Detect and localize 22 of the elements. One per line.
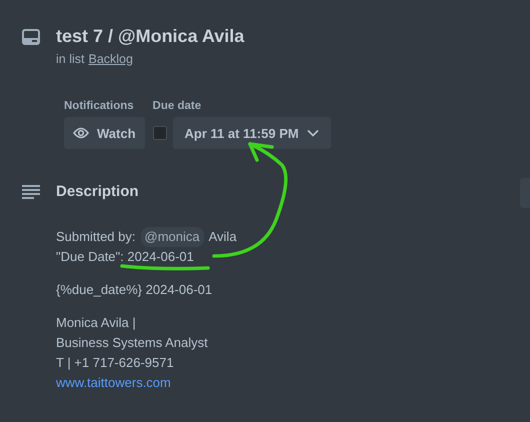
list-prefix: in list: [56, 52, 84, 66]
card-icon: [22, 29, 40, 45]
description-text: Avila: [208, 228, 237, 246]
description-heading: Description: [56, 183, 139, 200]
website-link[interactable]: www.taittowers.com: [56, 373, 171, 393]
description-text: "Due Date": 2024-06-01: [56, 248, 194, 266]
due-date-label: Due date: [152, 100, 202, 112]
description-text: Monica Avila |: [56, 314, 136, 332]
list-link[interactable]: Backlog: [88, 52, 133, 66]
description-text: T | +1 717-626-9571: [56, 354, 174, 372]
mention-chip[interactable]: @monica: [140, 227, 204, 247]
eye-icon: [73, 127, 89, 139]
description-text: Business Systems Analyst: [56, 334, 208, 352]
watch-button[interactable]: Watch: [64, 117, 145, 149]
card-title: test 7 / @Monica Avila: [56, 25, 244, 48]
description-text: {%due_date%} 2024-06-01: [56, 281, 212, 299]
due-date-button[interactable]: Apr 11 at 11:59 PM: [172, 117, 331, 149]
due-date-checkbox[interactable]: [152, 126, 167, 140]
chevron-down-icon: [306, 129, 319, 137]
notifications-label: Notifications: [64, 100, 135, 112]
description-icon: [22, 184, 40, 198]
description-text: Submitted by:: [56, 228, 136, 246]
